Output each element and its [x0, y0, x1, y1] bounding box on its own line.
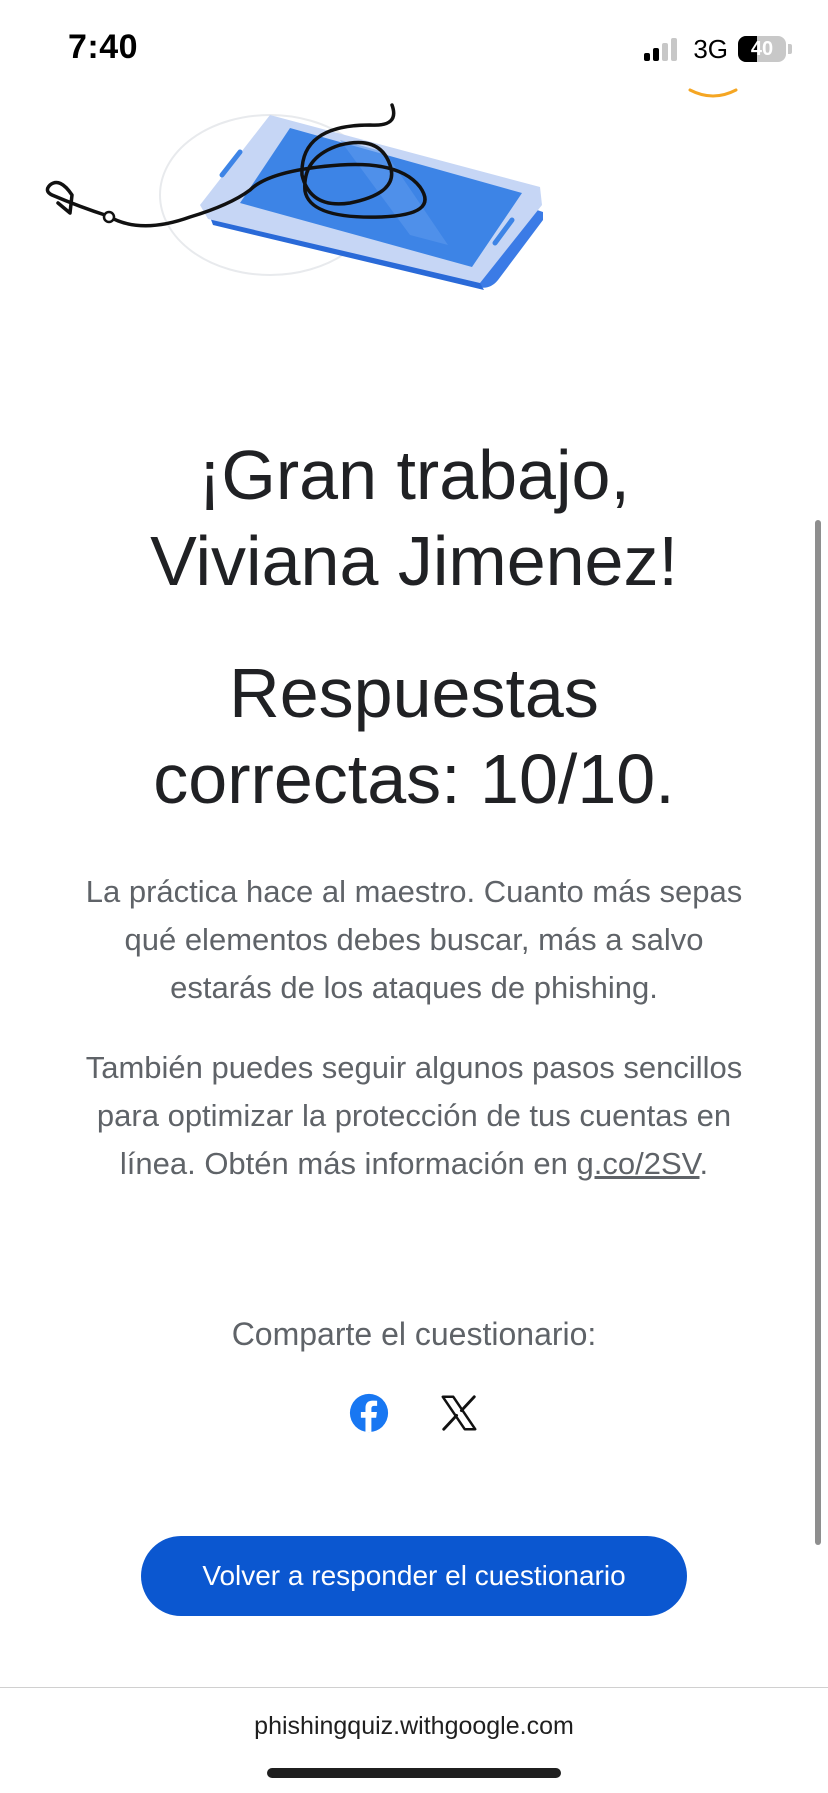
cellular-signal-icon: [644, 37, 678, 61]
score-line-2: correctas: 10/10.: [153, 740, 675, 818]
congrats-headline: ¡Gran trabajo, Viviana Jimenez!: [80, 432, 748, 604]
headline-line-1: ¡Gran trabajo,: [198, 436, 630, 514]
status-bar: 7:40 3G 40: [0, 0, 828, 100]
x-icon[interactable]: [438, 1391, 480, 1435]
status-indicators: 3G 40: [644, 32, 792, 66]
retake-quiz-button[interactable]: Volver a responder el cuestionario: [141, 1536, 687, 1616]
hook-eye: [102, 210, 116, 224]
status-time: 7:40: [68, 28, 139, 66]
phishing-phone-illustration: [45, 103, 543, 290]
network-type: 3G: [693, 33, 728, 64]
home-indicator[interactable]: [267, 1768, 561, 1778]
fishing-hook-icon: [45, 180, 110, 218]
battery-tip: [788, 44, 792, 54]
score-heading: Respuestas correctas: 10/10.: [80, 650, 748, 822]
facebook-icon[interactable]: [348, 1391, 390, 1435]
battery-level: 40: [750, 38, 774, 60]
url-text[interactable]: phishingquiz.withgoogle.com: [0, 1712, 828, 1741]
security-steps-end: .: [699, 1146, 709, 1181]
learn-more-link[interactable]: g.co/2SV: [577, 1146, 700, 1181]
headline-line-2: Viviana Jimenez!: [150, 522, 678, 600]
browser-address-bar[interactable]: phishingquiz.withgoogle.com: [0, 1687, 828, 1793]
score-line-1: Respuestas: [229, 654, 599, 732]
share-label: Comparte el cuestionario:: [231, 1316, 597, 1352]
battery-icon: 40: [738, 36, 786, 62]
share-icons: [348, 1390, 480, 1436]
security-steps-paragraph: También puedes seguir algunos pasos senc…: [80, 1044, 748, 1188]
practice-paragraph: La práctica hace al maestro. Cuanto más …: [85, 874, 743, 1005]
scrollbar[interactable]: [815, 520, 821, 1545]
